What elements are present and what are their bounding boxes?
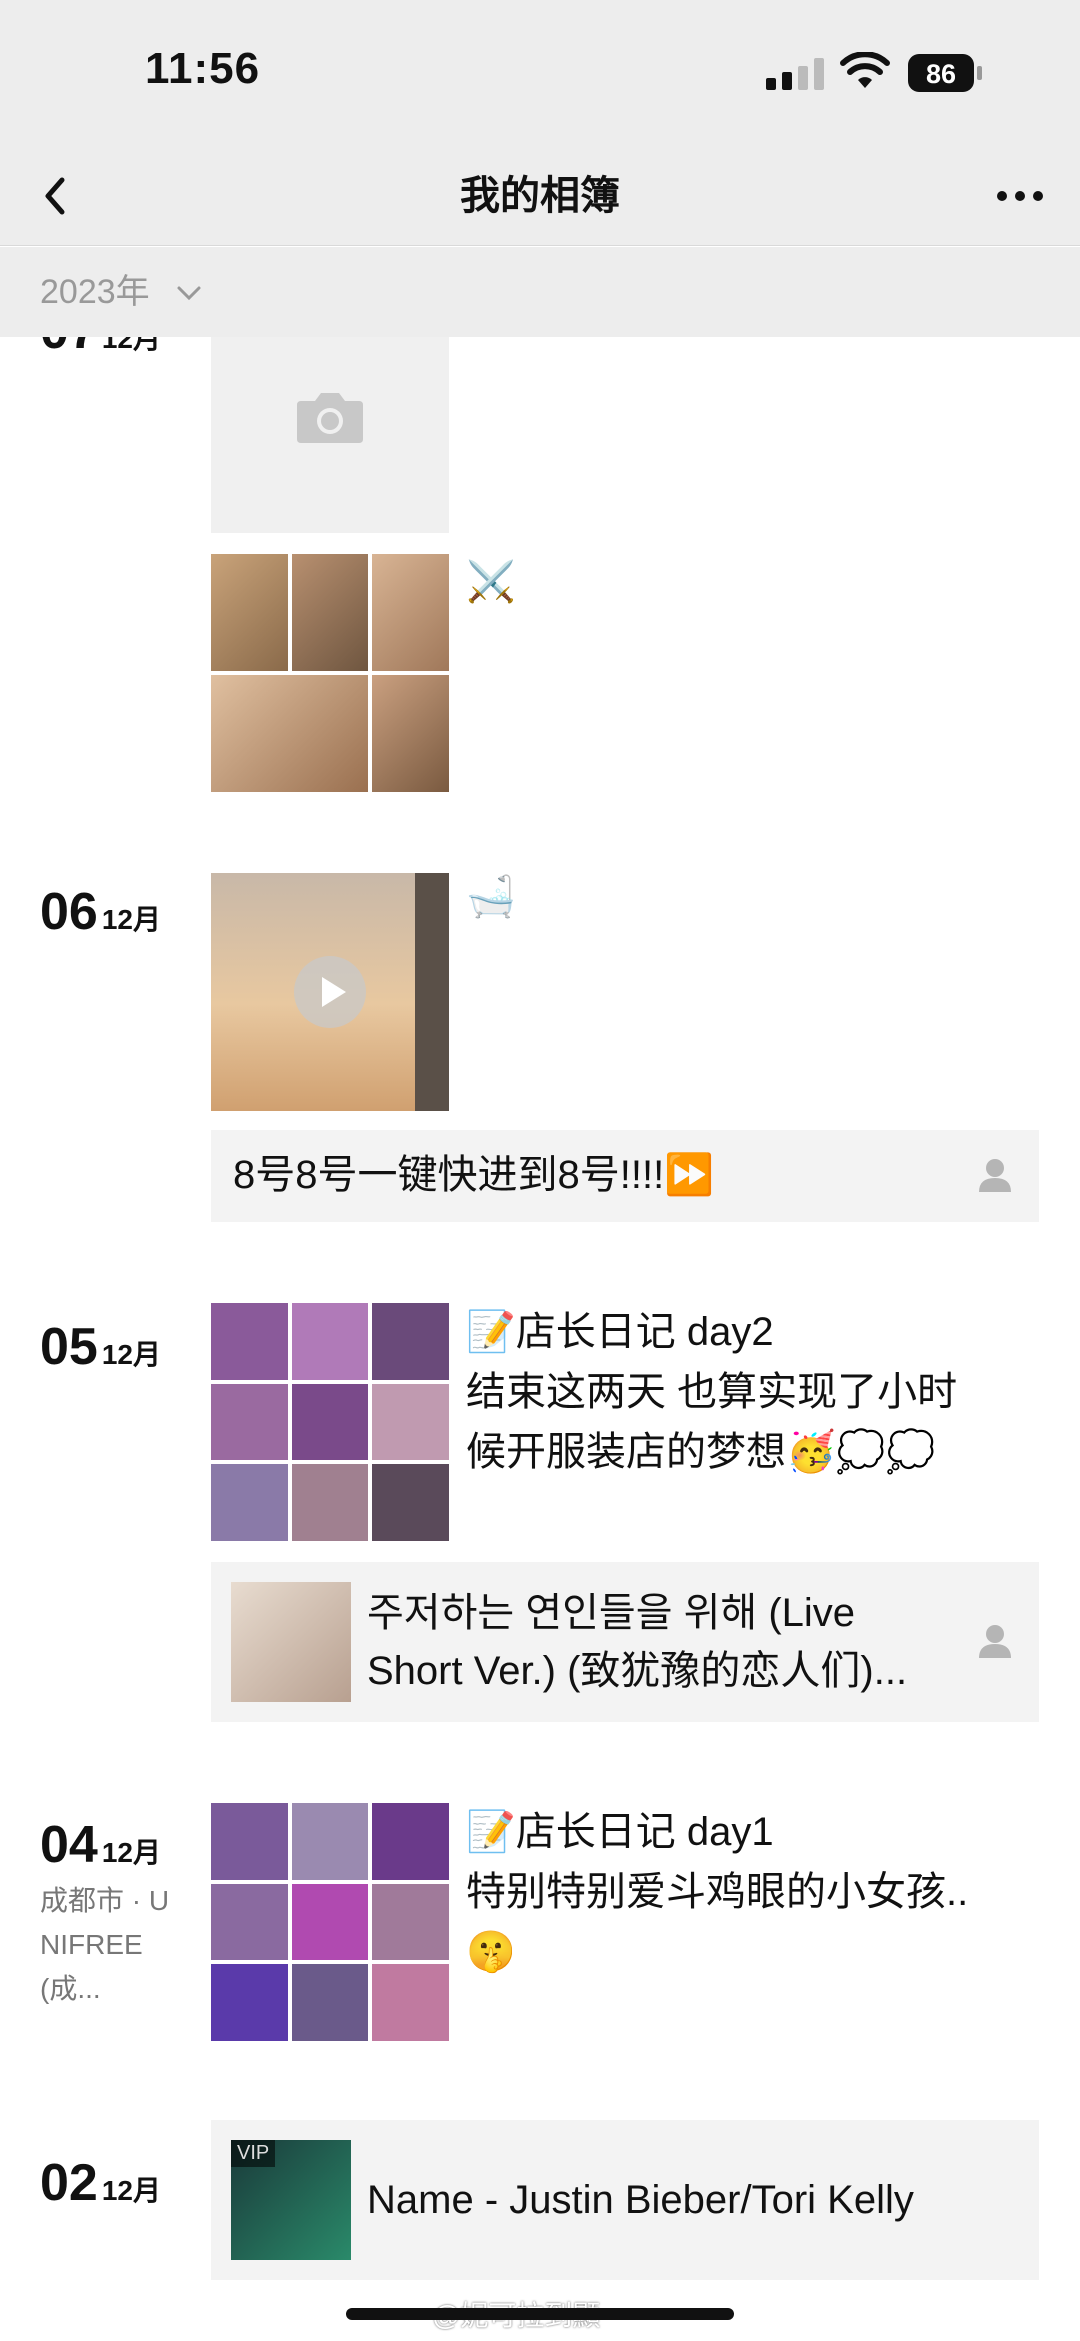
photo-thumb [291,1964,369,2041]
photo-thumb [211,554,288,671]
music-card[interactable]: VIP Name - Justin Bieber/Tori Kelly [211,2120,1039,2280]
caption-line: 📝店长日记 day2 [466,1310,774,1354]
battery-level: 86 [926,59,956,89]
photo-thumb [291,1383,369,1461]
photo-thumb [211,675,369,792]
vip-badge: VIP [231,2140,276,2167]
friend-visibility-icon [979,1159,1011,1192]
more-horizontal-icon[interactable] [990,166,1050,226]
entry-date: 06 12月 [40,882,161,950]
photo-thumb [372,675,449,792]
post-caption: ⚔️ [466,559,516,605]
music-title: Name - Justin Bieber/Tori Kelly [367,2178,914,2222]
photo-grid[interactable] [211,554,449,792]
page-title: 我的相簿 [460,174,620,218]
photo-thumb [291,554,369,671]
friend-visibility-icon [979,1625,1011,1658]
entry-month: 12月 [101,1339,161,1370]
status-time: 11:56 [145,44,261,93]
status-card[interactable]: 8号8号一键快进到8号!!!!⏩ [211,1130,1039,1222]
album-cover [231,1582,351,1702]
album-timeline[interactable]: 0712月 ⚔️ 0612月 🛁 8号8号一键快进到8号!!!!⏩ [0,337,1080,2341]
entry-day: 06 [40,883,98,941]
home-indicator[interactable] [346,2308,734,2320]
caption-line: 🤫 [466,1930,516,1974]
play-icon [294,956,366,1028]
entry-location[interactable]: 成都市 · U NIFREE (成... [40,1879,200,2011]
photo-grid[interactable] [211,1803,449,2041]
photo-thumb [372,1464,449,1541]
post-caption: 📝店长日记 day2 结束这两天 也算实现了小时 候开服装店的梦想🥳💭💭 [466,1302,1026,1482]
entry-day: 02 [40,2154,98,2212]
photo-thumb [211,1464,288,1541]
photo-thumb [291,1803,369,1880]
photo-thumb [211,1883,288,1961]
post-caption: 🛁 [466,874,516,920]
entry-date: 04 12月 [40,1815,161,1883]
entry-month: 12月 [101,1837,161,1868]
photo-thumb [372,1964,449,2041]
photo-thumb [372,1383,449,1461]
camera-icon [297,393,363,443]
video-thumb[interactable] [211,873,449,1111]
entry-day: 05 [40,1318,98,1376]
status-text: 8号8号一键快进到8号!!!!⏩ [233,1153,714,1197]
location-line: 成都市 · U [40,1885,170,1916]
photo-thumb [291,1883,369,1961]
chevron-down-icon [177,286,201,301]
location-line: (成... [40,1973,101,2004]
photo-thumb [211,1964,288,2041]
entry-month: 12月 [101,337,161,354]
year-filter-label: 2023年 [40,273,150,311]
music-card[interactable]: 주저하는 연인들을 위해 (Live Short Ver.) (致犹豫的恋人们)… [211,1562,1039,1722]
entry-month: 12月 [101,904,161,935]
photo-thumb [211,1303,288,1380]
caption-line: 候开服装店的梦想🥳💭💭 [466,1430,936,1474]
music-title-line: Short Ver.) (致犹豫的恋人们)... [367,1649,908,1693]
photo-thumb [211,1803,288,1880]
music-title-line: 주저하는 연인들을 위해 (Live [367,1591,856,1635]
photo-thumb [372,1803,449,1880]
entry-day: 07 [40,337,98,360]
caption-line: 📝店长日记 day1 [466,1810,774,1854]
photo-thumb [291,1464,369,1541]
photo-thumb [372,1303,449,1380]
battery-icon: 86 [908,54,982,92]
entry-date: 05 12月 [40,1317,161,1385]
photo-thumb [211,1383,288,1461]
year-filter[interactable]: 2023年 [0,247,1080,337]
entry-date: 0712月 [40,337,161,369]
nav-bar: 我的相簿 [0,146,1080,246]
wifi-icon [840,52,890,88]
post-caption: 📝店长日记 day1 特别特别爱斗鸡眼的小女孩.. 🤫 [466,1802,1026,1982]
caption-line: 特别特别爱斗鸡眼的小女孩.. [466,1870,969,1914]
photo-thumb [291,1303,369,1380]
location-line: NIFREE [40,1929,143,1960]
entry-month: 12月 [101,2175,161,2206]
photo-thumb [372,554,449,671]
status-bar: 11:56 86 [0,0,1080,146]
camera-placeholder[interactable] [211,337,449,533]
cellular-signal-icon [766,58,824,90]
album-cover: VIP [231,2140,351,2260]
caption-line: 结束这两天 也算实现了小时 [466,1370,958,1414]
photo-grid[interactable] [211,1303,449,1541]
photo-thumb [372,1883,449,1961]
entry-day: 04 [40,1816,98,1874]
entry-date: 02 12月 [40,2153,161,2221]
